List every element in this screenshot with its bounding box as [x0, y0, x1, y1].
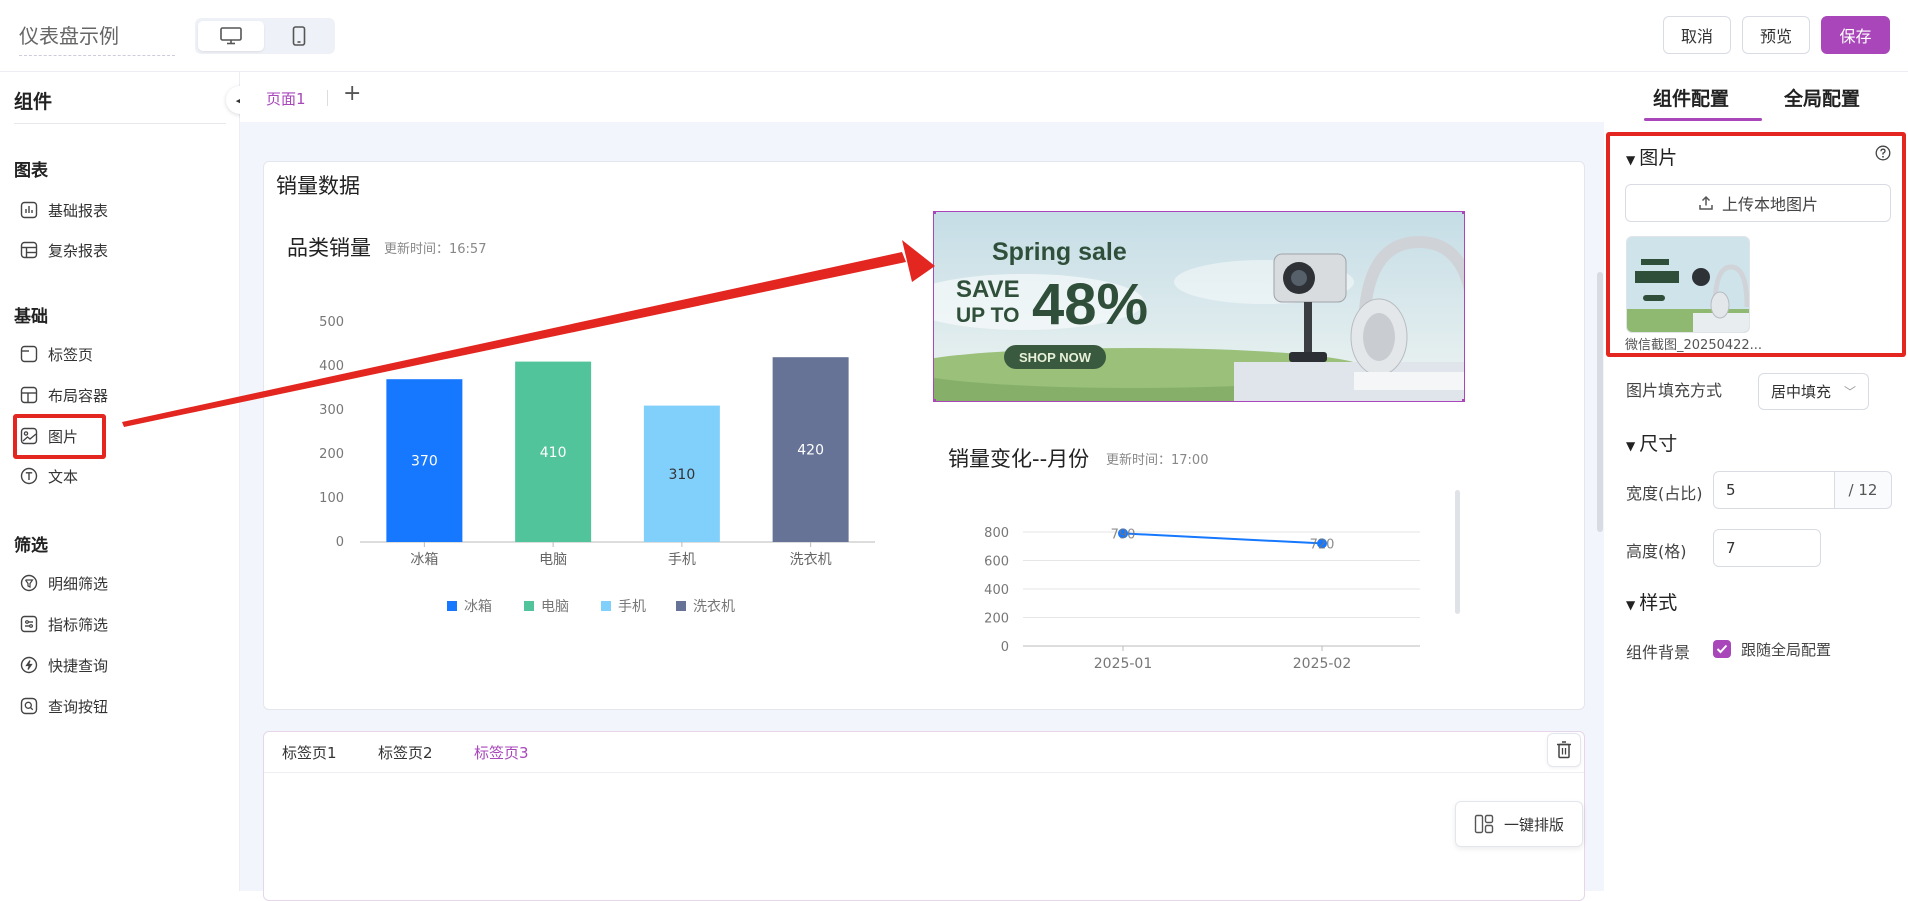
arrow-shaft: [122, 252, 906, 427]
arrow-head: [902, 240, 935, 282]
annotation-arrow: [122, 240, 935, 427]
